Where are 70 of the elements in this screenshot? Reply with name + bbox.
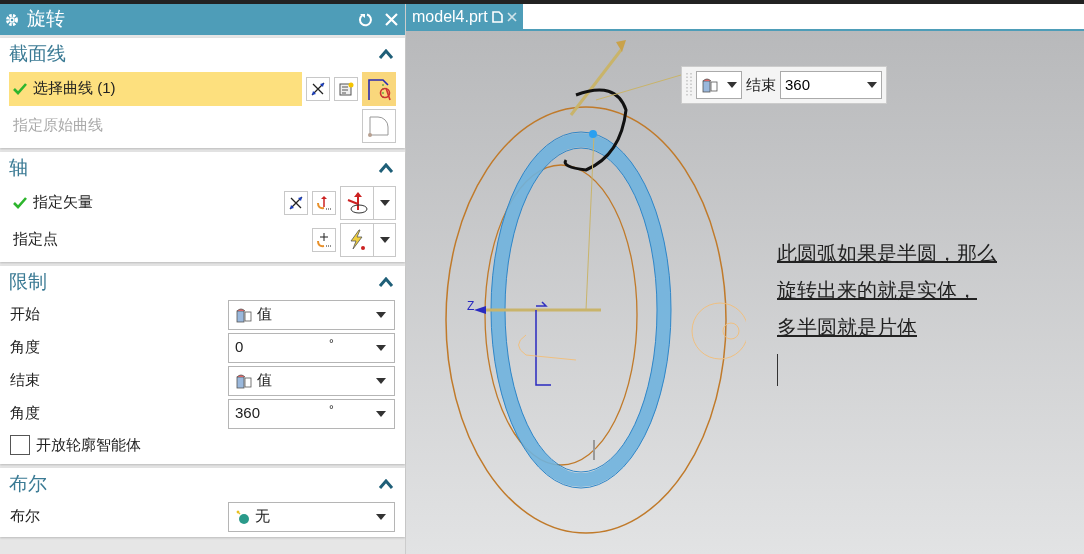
dropdown-button[interactable] [374, 185, 396, 220]
caret-icon [379, 236, 390, 243]
extrude-method-icon [235, 306, 253, 323]
close-icon [506, 11, 517, 22]
dialog-title: 旋转 [27, 7, 66, 32]
reverse-direction-button[interactable] [306, 76, 330, 101]
vector-icon [316, 194, 332, 211]
caret-icon [727, 82, 737, 88]
annotation-text: 旋转出来的就是实体， [777, 278, 978, 303]
reverse-arrows-icon [288, 194, 304, 211]
axis-label: Z [467, 300, 475, 312]
reset-icon [357, 12, 373, 27]
field-label: 开始 [10, 304, 41, 325]
section-title: 截面线 [9, 41, 66, 66]
unit-label: ° [329, 335, 334, 353]
annotation-text: 多半圆就是片体 [777, 315, 918, 340]
angle-field[interactable]: 360 ° [228, 398, 395, 429]
caret-icon [376, 344, 386, 351]
section-title: 布尔 [9, 471, 47, 496]
point-icon [316, 231, 332, 248]
checkbox-label: 开放轮廓智能体 [36, 434, 141, 455]
inferred-vector-button[interactable] [340, 185, 374, 220]
inferred-point-button[interactable] [340, 222, 374, 257]
selection-step[interactable]: 指定矢量 [9, 185, 280, 220]
extrude-method-icon [235, 372, 253, 389]
vector-dialog-button[interactable] [312, 190, 336, 215]
method-dropdown[interactable]: 无 [228, 501, 395, 532]
field-label: 结束 [10, 370, 41, 391]
chevron-icon [378, 163, 394, 173]
caret-icon [867, 82, 877, 88]
gear-icon [5, 12, 19, 27]
grip-icon [686, 71, 692, 99]
selection-step[interactable]: 指定点 [9, 222, 308, 257]
dropdown-button[interactable] [374, 222, 396, 257]
document-icon [491, 10, 503, 23]
method-dropdown[interactable] [696, 71, 742, 99]
chevron-icon [378, 277, 394, 287]
method-dropdown[interactable]: 值 [228, 299, 395, 330]
field-label: 角度 [10, 403, 41, 424]
text-cursor [777, 354, 778, 386]
caret-icon [376, 513, 386, 520]
field-label: 角度 [10, 337, 41, 358]
section-title: 限制 [9, 269, 47, 294]
close-icon [384, 13, 398, 26]
selection-step[interactable]: 选择曲线 (1) [9, 71, 302, 106]
field-label: 结束 [746, 74, 776, 95]
checkbox[interactable] [10, 435, 30, 455]
chevron-icon [378, 479, 394, 489]
sketch-icon [338, 80, 354, 97]
caret-icon [376, 410, 386, 417]
check-icon [13, 196, 27, 209]
section-title: 轴 [9, 155, 28, 180]
check-icon [13, 82, 27, 95]
method-dropdown[interactable]: 值 [228, 365, 395, 396]
chevron-icon [378, 49, 394, 59]
caret-icon [376, 377, 386, 384]
unit-label: ° [329, 401, 334, 419]
reverse-direction-button[interactable] [284, 190, 308, 215]
corner-curve-icon [367, 113, 391, 138]
caret-icon [379, 199, 390, 206]
reverse-arrows-icon [310, 80, 326, 97]
end-angle-field[interactable]: 360 [780, 71, 882, 99]
caret-icon [376, 311, 386, 318]
curve-rule-button[interactable] [362, 71, 396, 106]
field-label: 布尔 [10, 506, 41, 527]
extrude-method-icon [701, 77, 719, 93]
bomb-icon [235, 508, 251, 525]
annotation-text: 此圆弧如果是半圆，那么 [777, 241, 997, 266]
angle-field[interactable]: 0 ° [228, 332, 395, 363]
point-dialog-button[interactable] [312, 227, 336, 252]
